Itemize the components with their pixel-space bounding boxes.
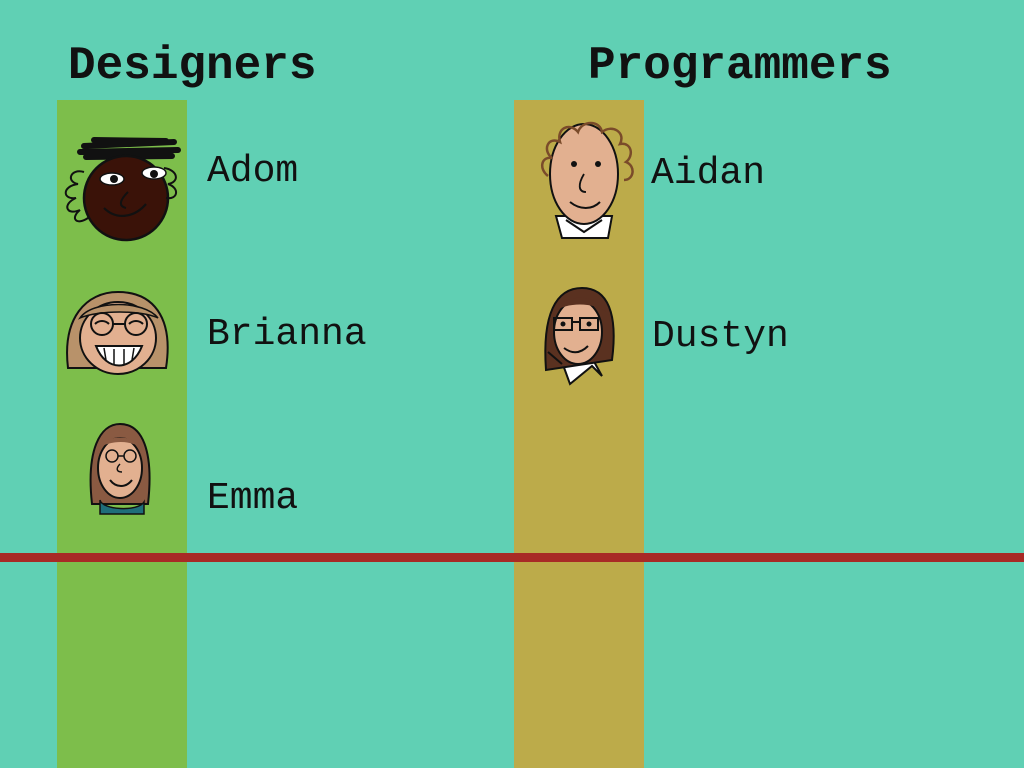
dustyn-face-icon bbox=[544, 286, 615, 386]
aidan-face-icon bbox=[540, 121, 634, 239]
designers-heading: Designers bbox=[68, 40, 317, 92]
divider-line bbox=[0, 553, 1024, 562]
adom-face-icon bbox=[64, 137, 181, 242]
designer-name-adom: Adom bbox=[207, 150, 299, 193]
designer-name-emma: Emma bbox=[207, 477, 299, 520]
programmers-heading: Programmers bbox=[588, 40, 892, 92]
emma-face-icon bbox=[89, 422, 151, 515]
programmer-name-aidan: Aidan bbox=[651, 152, 766, 195]
brianna-face-icon bbox=[66, 290, 169, 375]
programmer-name-dustyn: Dustyn bbox=[652, 315, 789, 358]
designer-name-brianna: Brianna bbox=[207, 313, 367, 356]
